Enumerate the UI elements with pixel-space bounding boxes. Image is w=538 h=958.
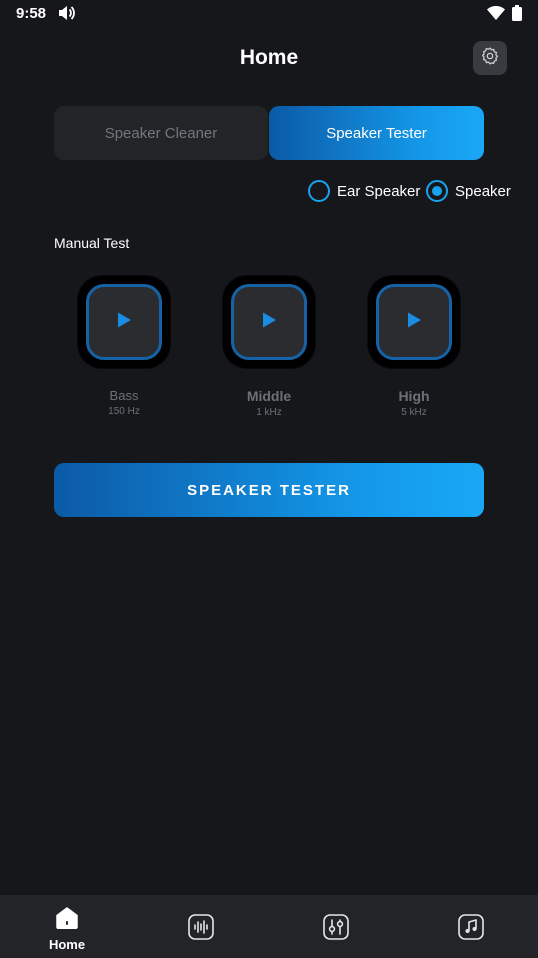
page-title: Home [239,46,299,69]
wifi-icon [487,6,505,25]
radio-speaker[interactable]: Speaker [426,180,511,202]
tile-inner [231,284,307,360]
tab-label: Speaker Cleaner [104,124,218,142]
equalizer-icon [323,914,349,945]
tile-bass: Bass 150 Hz [78,276,170,417]
nav-label: Home [48,937,86,952]
tab-speaker-cleaner[interactable]: Speaker Cleaner [54,106,268,160]
tile-name: Middle [246,388,292,404]
settings-button[interactable] [473,41,507,75]
waveform-icon [188,914,214,945]
manual-test-label: Manual Test [54,235,130,251]
music-note-icon [458,914,484,945]
bass-play-button[interactable] [78,276,170,368]
nav-item-home[interactable]: Home [0,895,134,958]
tile-frequency: 150 Hz [108,406,140,417]
volume-icon [58,5,76,26]
tile-inner [376,284,452,360]
play-icon [405,311,423,334]
play-icon [260,311,278,334]
speaker-tester-button[interactable]: SPEAKER TESTER [54,463,484,517]
bottom-nav: Home [0,895,538,958]
middle-play-button[interactable] [223,276,315,368]
nav-item-music[interactable] [404,895,538,958]
status-time: 9:58 [16,5,47,22]
radio-label: Speaker [455,182,511,200]
tile-frequency: 1 kHz [256,407,282,418]
radio-unchecked-icon [308,180,330,202]
radio-label: Ear Speaker [337,182,421,200]
tile-middle: Middle 1 kHz [223,276,315,418]
tile-frequency: 5 kHz [401,407,427,418]
tile-name: High [398,388,430,404]
home-icon [55,907,79,934]
gear-icon [480,46,500,71]
nav-item-equalizer[interactable] [269,895,403,958]
status-bar: 9:58 [0,0,538,28]
radio-checked-icon [426,180,448,202]
button-label: SPEAKER TESTER [187,481,351,499]
tab-speaker-tester[interactable]: Speaker Tester [269,106,484,160]
tab-label: Speaker Tester [326,124,427,142]
radio-ear-speaker[interactable]: Ear Speaker [308,180,420,202]
tile-inner [86,284,162,360]
nav-item-waveform[interactable] [134,895,268,958]
tile-name: Bass [109,388,139,403]
high-play-button[interactable] [368,276,460,368]
battery-icon [512,5,522,26]
play-icon [115,311,133,334]
tile-high: High 5 kHz [368,276,460,418]
